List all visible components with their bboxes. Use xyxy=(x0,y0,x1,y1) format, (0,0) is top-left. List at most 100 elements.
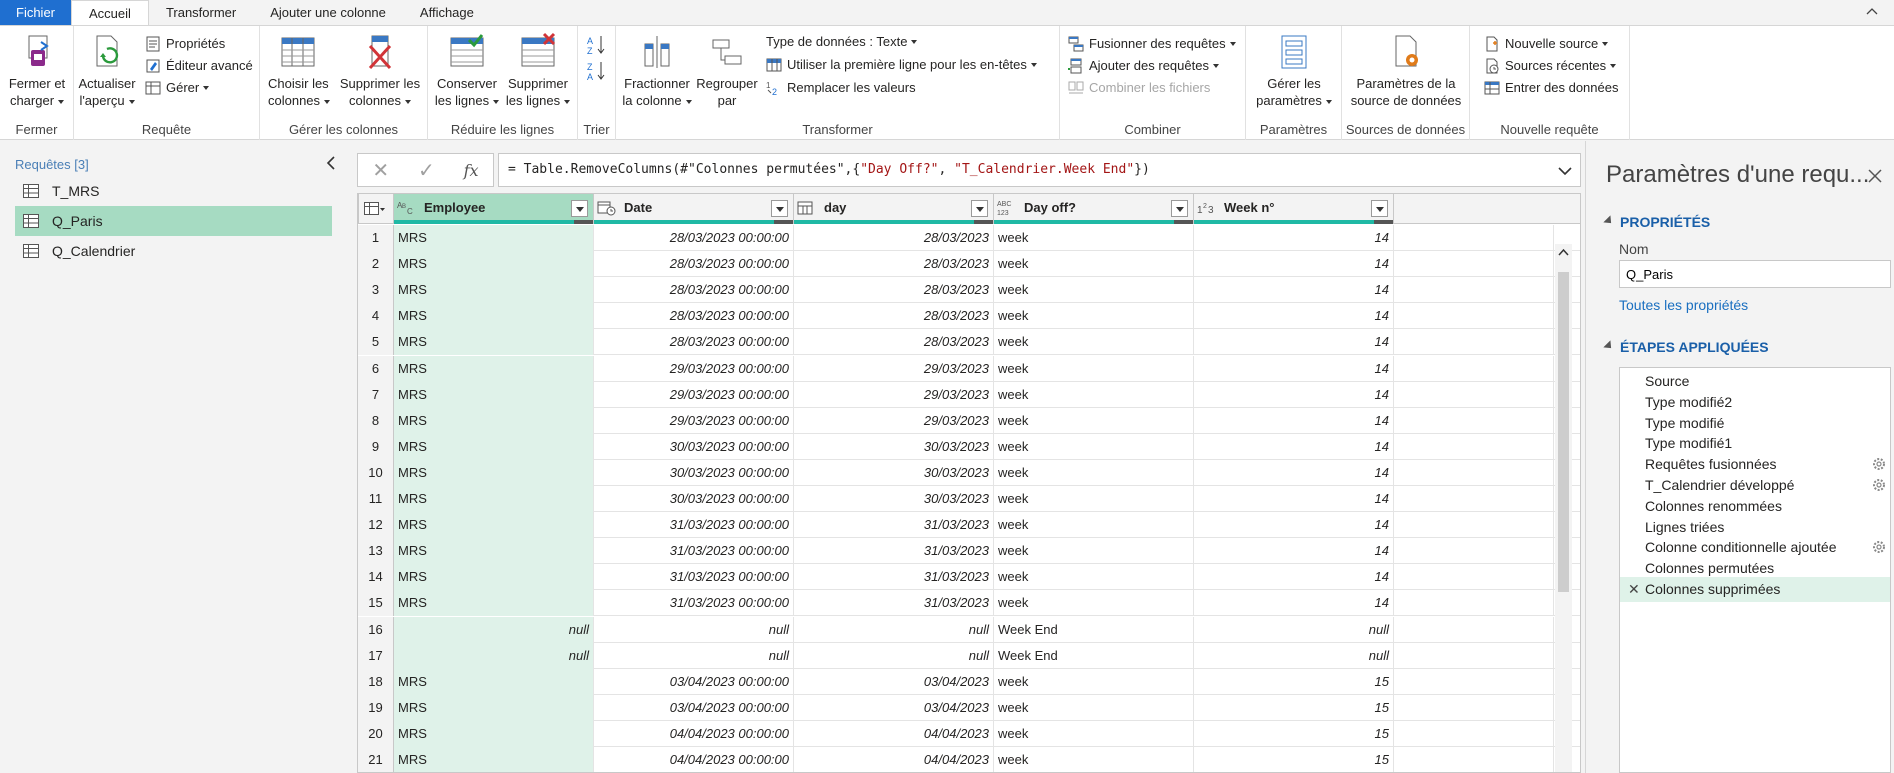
table-cell-empty[interactable] xyxy=(1394,721,1554,747)
table-cell[interactable]: 04/04/2023 00:00:00 xyxy=(594,747,794,772)
table-cell[interactable]: week xyxy=(994,564,1194,590)
table-cell[interactable]: 28/03/2023 xyxy=(794,251,994,277)
table-cell[interactable]: MRS xyxy=(394,408,594,434)
table-cell[interactable]: null xyxy=(1194,617,1394,643)
table-cell[interactable]: week xyxy=(994,434,1194,460)
split-column-button[interactable]: Fractionner la colonne xyxy=(622,32,692,109)
table-cell[interactable]: 14 xyxy=(1194,408,1394,434)
table-cell[interactable]: 28/03/2023 00:00:00 xyxy=(594,329,794,355)
table-cell[interactable]: MRS xyxy=(394,512,594,538)
table-cell[interactable]: 14 xyxy=(1194,538,1394,564)
table-cell[interactable]: MRS xyxy=(394,329,594,355)
table-cell[interactable]: 29/03/2023 00:00:00 xyxy=(594,382,794,408)
fx-icon[interactable]: fx xyxy=(464,161,479,180)
table-cell[interactable]: 31/03/2023 00:00:00 xyxy=(594,512,794,538)
table-cell[interactable]: null xyxy=(394,643,594,669)
cancel-formula-icon[interactable]: ✕ xyxy=(372,158,389,183)
table-cell[interactable]: week xyxy=(994,382,1194,408)
advanced-editor-button[interactable]: Éditeur avancé xyxy=(145,55,253,77)
table-cell-empty[interactable] xyxy=(1394,695,1554,721)
table-cell-empty[interactable] xyxy=(1394,747,1554,772)
table-cell[interactable]: MRS xyxy=(394,747,594,772)
table-cell[interactable]: 31/03/2023 00:00:00 xyxy=(594,564,794,590)
gear-icon[interactable] xyxy=(1872,540,1886,554)
gear-icon[interactable] xyxy=(1872,457,1886,471)
sort-ascending-button[interactable]: AZ xyxy=(586,34,613,56)
new-source-button[interactable]: Nouvelle source xyxy=(1484,33,1609,55)
table-cell[interactable]: null xyxy=(594,617,794,643)
all-properties-link[interactable]: Toutes les propriétés xyxy=(1619,297,1748,313)
table-cell[interactable]: 31/03/2023 00:00:00 xyxy=(594,538,794,564)
table-cell-empty[interactable] xyxy=(1394,408,1554,434)
table-cell[interactable]: week xyxy=(994,356,1194,382)
remove-rows-button[interactable]: Supprimer les lignes xyxy=(504,32,572,109)
table-cell[interactable]: 14 xyxy=(1194,460,1394,486)
table-cell[interactable]: week xyxy=(994,512,1194,538)
table-cell[interactable]: week xyxy=(994,460,1194,486)
table-cell[interactable]: MRS xyxy=(394,486,594,512)
table-cell[interactable]: MRS xyxy=(394,564,594,590)
recent-sources-button[interactable]: Sources récentes xyxy=(1484,55,1617,77)
table-cell-empty[interactable] xyxy=(1394,460,1554,486)
table-cell[interactable]: 04/04/2023 00:00:00 xyxy=(594,721,794,747)
table-cell[interactable]: 04/04/2023 xyxy=(794,747,994,772)
table-cell[interactable]: 28/03/2023 xyxy=(794,329,994,355)
table-cell[interactable]: week xyxy=(994,721,1194,747)
table-cell[interactable]: week xyxy=(994,590,1194,616)
tab-fichier[interactable]: Fichier xyxy=(0,0,72,25)
table-cell[interactable]: 30/03/2023 xyxy=(794,434,994,460)
table-cell-empty[interactable] xyxy=(1394,356,1554,382)
table-cell[interactable]: 14 xyxy=(1194,277,1394,303)
table-cell[interactable]: week xyxy=(994,303,1194,329)
column-header-day-off[interactable]: ABC 123 Day off? xyxy=(994,194,1194,224)
table-cell[interactable]: MRS xyxy=(394,356,594,382)
query-name-input[interactable] xyxy=(1619,260,1891,288)
table-cell-empty[interactable] xyxy=(1394,251,1554,277)
table-cell[interactable]: 29/03/2023 xyxy=(794,408,994,434)
table-cell[interactable]: null xyxy=(794,617,994,643)
table-cell[interactable]: 14 xyxy=(1194,356,1394,382)
table-cell[interactable]: 14 xyxy=(1194,434,1394,460)
collapse-pane-icon[interactable] xyxy=(325,156,337,170)
append-queries-button[interactable]: Ajouter des requêtes xyxy=(1068,55,1219,77)
date-type-icon[interactable] xyxy=(797,199,819,217)
table-cell[interactable]: 29/03/2023 xyxy=(794,382,994,408)
table-cell[interactable]: MRS xyxy=(394,303,594,329)
table-cell[interactable]: 03/04/2023 00:00:00 xyxy=(594,669,794,695)
table-cell[interactable]: 14 xyxy=(1194,512,1394,538)
table-cell[interactable]: 29/03/2023 00:00:00 xyxy=(594,408,794,434)
manage-button[interactable]: Gérer xyxy=(145,77,210,99)
datetime-type-icon[interactable] xyxy=(597,199,619,217)
gear-icon[interactable] xyxy=(1872,478,1886,492)
table-cell[interactable]: null xyxy=(394,617,594,643)
table-cell[interactable]: MRS xyxy=(394,382,594,408)
table-cell[interactable]: 14 xyxy=(1194,225,1394,251)
table-cell[interactable]: week xyxy=(994,669,1194,695)
table-cell[interactable]: week xyxy=(994,747,1194,772)
column-header-date[interactable]: Date xyxy=(594,194,794,224)
table-cell[interactable]: MRS xyxy=(394,721,594,747)
table-cell-empty[interactable] xyxy=(1394,564,1554,590)
any-type-icon[interactable]: ABC 123 xyxy=(997,199,1019,217)
table-cell[interactable]: week xyxy=(994,277,1194,303)
table-cell[interactable]: week xyxy=(994,486,1194,512)
table-cell-empty[interactable] xyxy=(1394,486,1554,512)
table-cell-empty[interactable] xyxy=(1394,329,1554,355)
table-cell[interactable]: Week End xyxy=(994,617,1194,643)
enter-data-button[interactable]: Entrer des données xyxy=(1484,77,1618,99)
applied-step[interactable]: ✕ Colonnes supprimées xyxy=(1620,577,1890,602)
table-cell[interactable]: 30/03/2023 xyxy=(794,486,994,512)
table-cell[interactable]: 03/04/2023 xyxy=(794,669,994,695)
table-cell[interactable]: 14 xyxy=(1194,382,1394,408)
applied-steps-section-title[interactable]: ÉTAPES APPLIQUÉES xyxy=(1603,339,1769,355)
table-cell[interactable]: week xyxy=(994,251,1194,277)
table-cell[interactable]: Week End xyxy=(994,643,1194,669)
data-type-dropdown[interactable]: Type de données : Texte xyxy=(766,31,918,53)
filter-dropdown-icon[interactable] xyxy=(771,200,788,217)
table-cell[interactable]: 28/03/2023 xyxy=(794,303,994,329)
properties-button[interactable]: Propriétés xyxy=(145,33,225,55)
table-cell-empty[interactable] xyxy=(1394,512,1554,538)
filter-dropdown-icon[interactable] xyxy=(1371,200,1388,217)
table-cell[interactable]: 15 xyxy=(1194,747,1394,772)
column-header-day[interactable]: day xyxy=(794,194,994,224)
